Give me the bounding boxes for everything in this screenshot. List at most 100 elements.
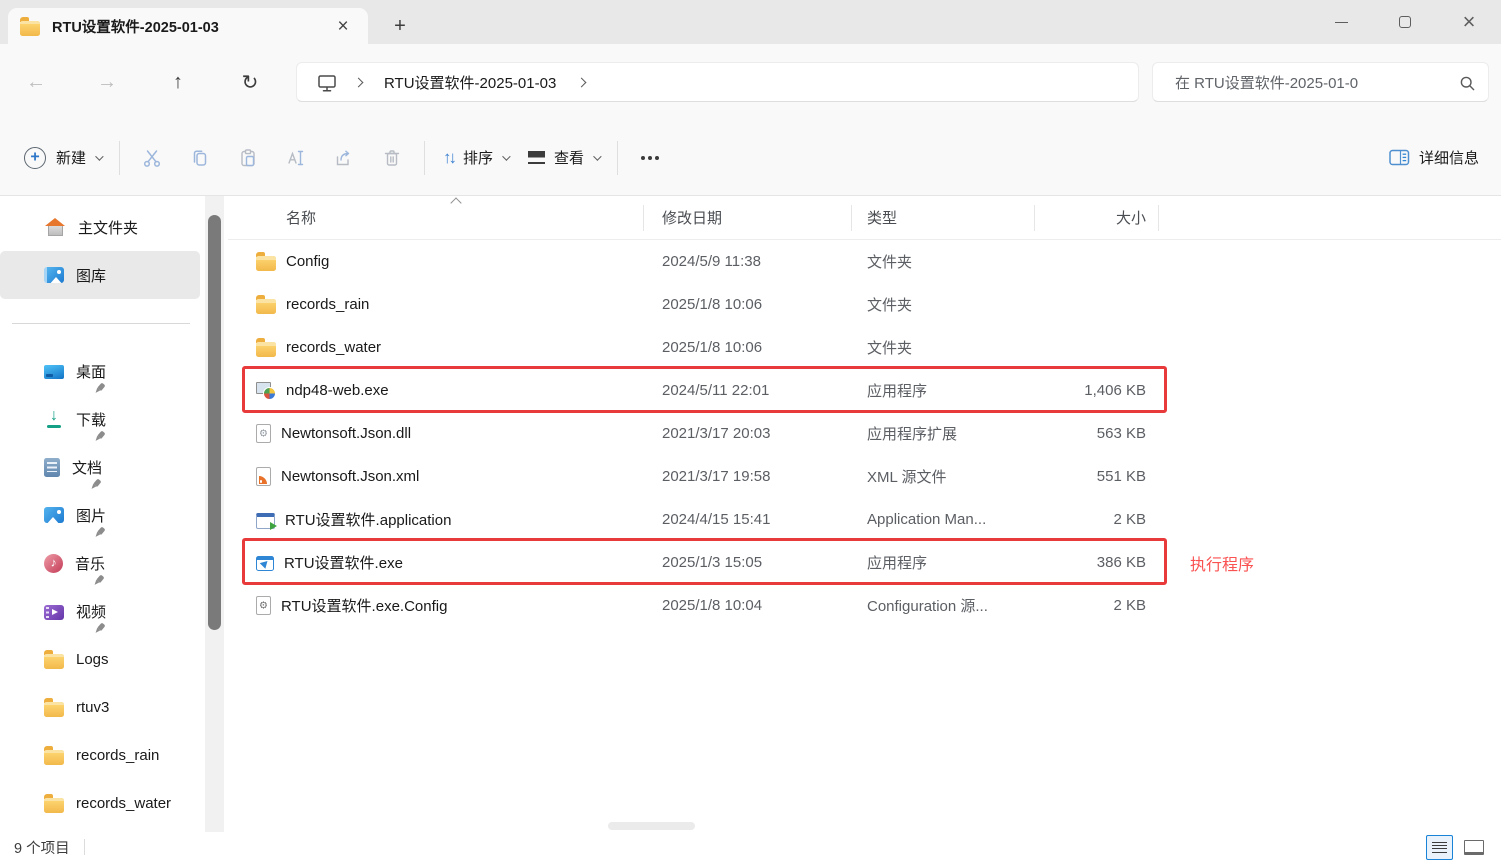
chevron-right-icon[interactable] [576,77,587,87]
view-button[interactable]: 查看 [518,136,609,180]
delete-button[interactable] [368,136,416,180]
more-options-button[interactable] [626,136,674,180]
sort-button[interactable]: ↑↓ 排序 [433,136,518,180]
sidebar-item-records-rain[interactable]: records_rain [0,731,200,779]
rename-icon [288,150,304,165]
file-size: 563 KB [1096,425,1146,442]
rename-button[interactable] [272,136,320,180]
sidebar-item-videos[interactable]: 视频 [0,587,200,635]
icons-view-toggle[interactable] [1460,835,1487,860]
sort-button-label: 排序 [463,150,494,167]
sidebar-item-music[interactable]: 音乐 [0,539,200,587]
paste-icon [241,148,255,166]
cut-button[interactable] [128,136,176,180]
sidebar-item-pictures[interactable]: 图片 [0,491,200,539]
file-name-cell[interactable]: ndp48-web.exe [228,381,643,400]
file-name-cell[interactable]: RTU设置软件.exe.Config [228,595,643,616]
column-divider[interactable] [1158,205,1159,231]
up-icon[interactable]: ↑ [156,44,200,120]
file-name-cell[interactable]: Newtonsoft.Json.xml [228,467,643,486]
folder-icon [256,252,276,271]
share-button[interactable] [320,136,368,180]
file-name: records_water [286,339,382,356]
sidebar-item-records-water[interactable]: records_water [0,779,200,827]
folder-icon [20,16,40,36]
sidebar-item-desktop[interactable]: 桌面 [0,347,200,395]
refresh-icon[interactable]: ↻ [228,44,272,120]
file-row[interactable]: RTU设置软件.exe.Config 2025/1/8 10:04 Configur… [228,584,1501,627]
column-divider[interactable] [643,205,644,231]
file-name-cell[interactable]: Newtonsoft.Json.dll [228,424,643,443]
file-type: XML 源文件 [867,469,947,486]
sidebar-item-gallery[interactable]: 图库 [0,251,200,299]
thumbnails-view-icon [1463,839,1484,855]
column-header-size[interactable]: 大小 [1034,207,1146,228]
new-button[interactable]: 新建 [14,136,111,180]
new-button-label: 新建 [56,150,87,167]
music-icon [44,553,63,573]
file-row[interactable]: RTU设置软件.application 2024/4/15 15:41 Applic… [228,498,1501,541]
sidebar-scrollbar[interactable] [205,196,224,832]
file-name-cell[interactable]: RTU设置软件.exe [228,552,643,573]
horizontal-scrollbar-thumb[interactable] [608,822,695,830]
sidebar-item-logs[interactable]: Logs [0,635,200,683]
maximize-icon [1399,16,1411,28]
column-header-label: 名称 [286,210,317,227]
back-icon[interactable]: ← [14,44,58,120]
this-pc-icon [318,75,336,92]
maximize-button[interactable] [1373,0,1437,44]
file-name-cell[interactable]: records_water [228,338,643,357]
details-view-toggle[interactable] [1426,834,1453,860]
breadcrumb-folder[interactable]: RTU设置软件-2025-01-03 [384,72,556,93]
copy-button[interactable] [176,136,224,180]
sidebar-item-label: 桌面 [76,363,107,381]
details-panel-icon [1389,149,1410,166]
folder-icon [44,697,64,717]
scrollbar-thumb[interactable] [208,215,221,630]
exe-icon [256,556,274,571]
active-tab[interactable]: RTU设置软件-2025-01-03 [8,8,368,44]
folder-icon [44,649,64,669]
file-type: 应用程序 [867,555,928,572]
sidebar-item-rtuv3[interactable]: rtuv3 [0,683,200,731]
file-name-cell[interactable]: RTU设置软件.application [228,509,643,530]
dll-icon [256,424,271,443]
sidebar-item-label: 文档 [72,459,103,477]
sidebar-item-downloads[interactable]: 下载 [0,395,200,443]
file-name-cell[interactable]: records_rain [228,295,643,314]
column-header-type[interactable]: 类型 [851,207,1034,228]
minimize-button[interactable] [1309,0,1373,44]
file-row[interactable]: records_rain 2025/1/8 10:06 文件夹 [228,283,1501,326]
search-input[interactable]: 在 RTU设置软件-2025-01-0 [1175,72,1453,93]
tab-title: RTU设置软件-2025-01-03 [52,19,219,36]
column-divider[interactable] [851,205,852,231]
file-row[interactable]: Config 2024/5/9 11:38 文件夹 [228,240,1501,283]
file-date: 2025/1/3 15:05 [662,554,763,571]
file-name-cell[interactable]: Config [228,252,643,271]
file-row[interactable]: ndp48-web.exe 2024/5/11 22:01 应用程序 1,406 KB [228,366,1501,413]
details-pane-button[interactable]: 详细信息 [1381,136,1487,180]
column-header-date[interactable]: 修改日期 [643,207,851,228]
file-row[interactable]: RTU设置软件.exe 2025/1/3 15:05 应用程序 386 KB 执行程序 [228,538,1501,585]
annotation-text: 执行程序 [1190,556,1255,574]
file-size: 2 KB [1113,511,1146,528]
close-button[interactable] [1437,0,1501,44]
column-divider[interactable] [1034,205,1035,231]
file-row[interactable]: Newtonsoft.Json.xml 2021/3/17 19:58 XML 源文… [228,455,1501,498]
sidebar-item-documents[interactable]: 文档 [0,443,200,491]
address-bar[interactable]: RTU设置软件-2025-01-03 [296,62,1139,102]
new-tab-button[interactable] [386,12,414,40]
column-header-name[interactable]: 名称 [228,207,643,228]
file-row[interactable]: records_water 2025/1/8 10:06 文件夹 [228,326,1501,369]
search-box[interactable]: 在 RTU设置软件-2025-01-0 [1152,62,1489,102]
sidebar-item-label: rtuv3 [76,698,110,716]
file-type: Application Man... [867,511,987,528]
chevron-right-icon[interactable] [353,77,364,87]
tab-close-icon[interactable] [330,13,356,39]
forward-icon[interactable]: → [85,44,129,120]
paste-button[interactable] [224,136,272,180]
file-type: 文件夹 [867,297,913,314]
sidebar-item-home[interactable]: 主文件夹 [0,203,200,251]
file-date: 2024/5/9 11:38 [662,253,761,270]
file-row[interactable]: Newtonsoft.Json.dll 2021/3/17 20:03 应用程序扩展… [228,412,1501,455]
